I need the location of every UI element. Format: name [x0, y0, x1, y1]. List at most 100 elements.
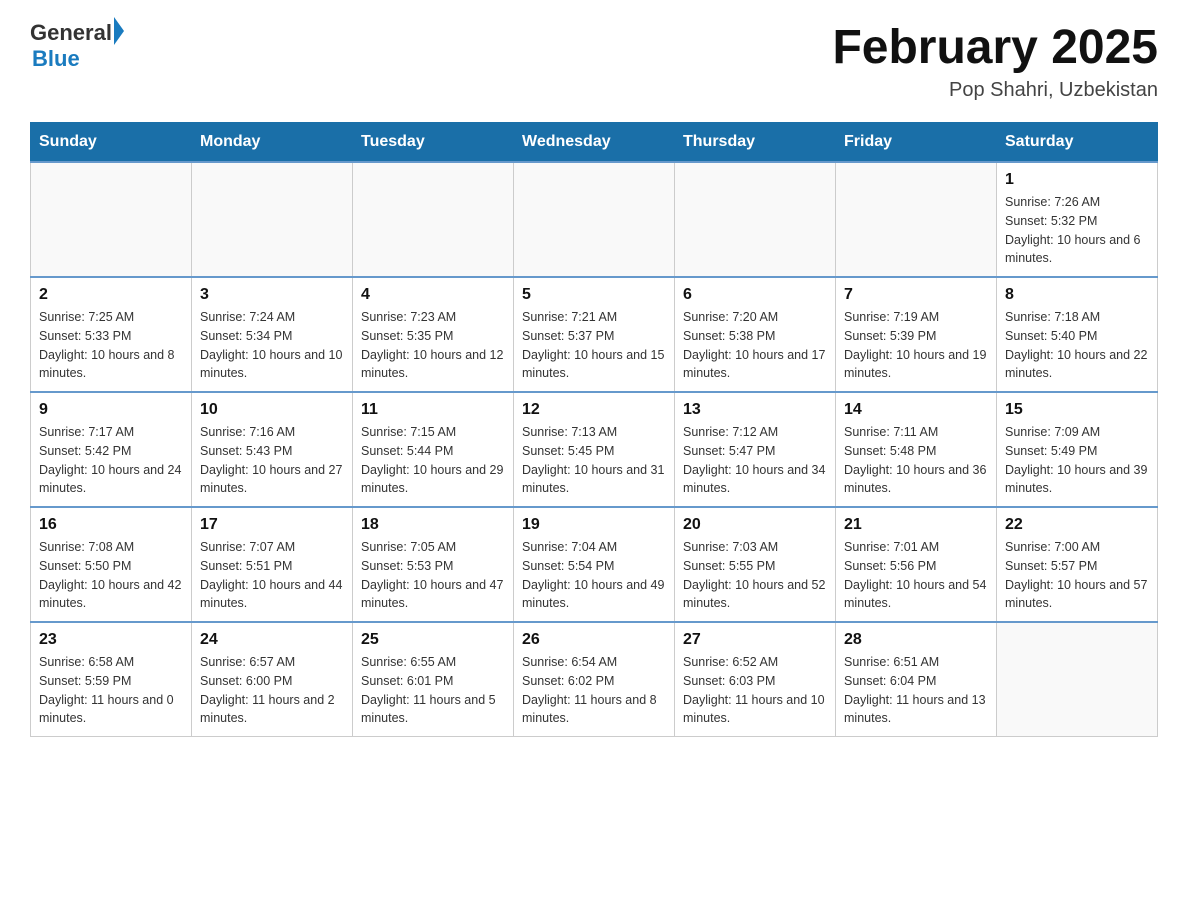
day-number: 23 [39, 631, 183, 649]
day-info: Sunrise: 7:26 AM Sunset: 5:32 PM Dayligh… [1005, 193, 1149, 268]
calendar-cell: 8 Sunrise: 7:18 AM Sunset: 5:40 PM Daylig… [997, 277, 1158, 392]
logo-arrow-icon [114, 17, 124, 45]
day-number: 26 [522, 631, 666, 649]
calendar-cell: 15 Sunrise: 7:09 AM Sunset: 5:49 PM Dayli… [997, 392, 1158, 507]
day-number: 6 [683, 286, 827, 304]
day-number: 24 [200, 631, 344, 649]
day-info: Sunrise: 7:19 AM Sunset: 5:39 PM Dayligh… [844, 308, 988, 383]
day-info: Sunrise: 7:12 AM Sunset: 5:47 PM Dayligh… [683, 423, 827, 498]
day-info: Sunrise: 7:09 AM Sunset: 5:49 PM Dayligh… [1005, 423, 1149, 498]
day-number: 15 [1005, 401, 1149, 419]
calendar-cell [514, 162, 675, 277]
day-number: 27 [683, 631, 827, 649]
calendar-week-row: 1 Sunrise: 7:26 AM Sunset: 5:32 PM Daylig… [31, 162, 1158, 277]
day-info: Sunrise: 7:16 AM Sunset: 5:43 PM Dayligh… [200, 423, 344, 498]
day-info: Sunrise: 7:18 AM Sunset: 5:40 PM Dayligh… [1005, 308, 1149, 383]
day-number: 8 [1005, 286, 1149, 304]
day-number: 22 [1005, 516, 1149, 534]
calendar-cell: 7 Sunrise: 7:19 AM Sunset: 5:39 PM Daylig… [836, 277, 997, 392]
calendar-cell: 24 Sunrise: 6:57 AM Sunset: 6:00 PM Dayli… [192, 622, 353, 737]
calendar-cell: 16 Sunrise: 7:08 AM Sunset: 5:50 PM Dayli… [31, 507, 192, 622]
column-header-sunday: Sunday [31, 123, 192, 163]
logo-general-text: General [30, 20, 112, 46]
calendar-cell: 1 Sunrise: 7:26 AM Sunset: 5:32 PM Daylig… [997, 162, 1158, 277]
calendar-cell [675, 162, 836, 277]
title-section: February 2025 Pop Shahri, Uzbekistan [832, 20, 1158, 102]
location-subtitle: Pop Shahri, Uzbekistan [832, 79, 1158, 102]
calendar-cell [192, 162, 353, 277]
calendar-cell: 12 Sunrise: 7:13 AM Sunset: 5:45 PM Dayli… [514, 392, 675, 507]
day-number: 28 [844, 631, 988, 649]
day-info: Sunrise: 7:13 AM Sunset: 5:45 PM Dayligh… [522, 423, 666, 498]
day-info: Sunrise: 7:11 AM Sunset: 5:48 PM Dayligh… [844, 423, 988, 498]
calendar-cell: 21 Sunrise: 7:01 AM Sunset: 5:56 PM Dayli… [836, 507, 997, 622]
day-number: 10 [200, 401, 344, 419]
calendar-cell: 10 Sunrise: 7:16 AM Sunset: 5:43 PM Dayli… [192, 392, 353, 507]
day-info: Sunrise: 7:15 AM Sunset: 5:44 PM Dayligh… [361, 423, 505, 498]
calendar-cell [836, 162, 997, 277]
day-info: Sunrise: 6:55 AM Sunset: 6:01 PM Dayligh… [361, 653, 505, 728]
day-number: 2 [39, 286, 183, 304]
calendar-cell [31, 162, 192, 277]
calendar-cell: 2Sunrise: 7:25 AM Sunset: 5:33 PM Daylig… [31, 277, 192, 392]
day-number: 11 [361, 401, 505, 419]
column-header-wednesday: Wednesday [514, 123, 675, 163]
calendar-cell: 19 Sunrise: 7:04 AM Sunset: 5:54 PM Dayli… [514, 507, 675, 622]
day-number: 4 [361, 286, 505, 304]
day-info: Sunrise: 7:03 AM Sunset: 5:55 PM Dayligh… [683, 538, 827, 613]
calendar-cell: 28Sunrise: 6:51 AM Sunset: 6:04 PM Dayli… [836, 622, 997, 737]
logo-blue-text: Blue [32, 46, 124, 72]
page-header: General Blue February 2025 Pop Shahri, U… [30, 20, 1158, 102]
calendar-cell: 26 Sunrise: 6:54 AM Sunset: 6:02 PM Dayli… [514, 622, 675, 737]
day-number: 14 [844, 401, 988, 419]
day-number: 5 [522, 286, 666, 304]
calendar-cell: 9 Sunrise: 7:17 AM Sunset: 5:42 PM Daylig… [31, 392, 192, 507]
month-title: February 2025 [832, 20, 1158, 75]
day-info: Sunrise: 7:07 AM Sunset: 5:51 PM Dayligh… [200, 538, 344, 613]
day-number: 25 [361, 631, 505, 649]
column-header-thursday: Thursday [675, 123, 836, 163]
day-number: 7 [844, 286, 988, 304]
calendar-cell [997, 622, 1158, 737]
day-info: Sunrise: 7:21 AM Sunset: 5:37 PM Dayligh… [522, 308, 666, 383]
day-number: 18 [361, 516, 505, 534]
day-info: Sunrise: 7:17 AM Sunset: 5:42 PM Dayligh… [39, 423, 183, 498]
column-header-monday: Monday [192, 123, 353, 163]
day-number: 17 [200, 516, 344, 534]
calendar-cell: 20 Sunrise: 7:03 AM Sunset: 5:55 PM Dayli… [675, 507, 836, 622]
day-info: Sunrise: 7:20 AM Sunset: 5:38 PM Dayligh… [683, 308, 827, 383]
calendar-cell: 27Sunrise: 6:52 AM Sunset: 6:03 PM Dayli… [675, 622, 836, 737]
day-number: 16 [39, 516, 183, 534]
day-number: 19 [522, 516, 666, 534]
day-number: 20 [683, 516, 827, 534]
day-info: Sunrise: 6:58 AM Sunset: 5:59 PM Dayligh… [39, 653, 183, 728]
day-number: 21 [844, 516, 988, 534]
day-info: Sunrise: 6:57 AM Sunset: 6:00 PM Dayligh… [200, 653, 344, 728]
calendar-cell: 4 Sunrise: 7:23 AM Sunset: 5:35 PM Daylig… [353, 277, 514, 392]
calendar-week-row: 9 Sunrise: 7:17 AM Sunset: 5:42 PM Daylig… [31, 392, 1158, 507]
day-number: 12 [522, 401, 666, 419]
day-number: 13 [683, 401, 827, 419]
calendar-cell: 22Sunrise: 7:00 AM Sunset: 5:57 PM Dayli… [997, 507, 1158, 622]
column-header-tuesday: Tuesday [353, 123, 514, 163]
calendar-cell: 14 Sunrise: 7:11 AM Sunset: 5:48 PM Dayli… [836, 392, 997, 507]
calendar-cell: 18Sunrise: 7:05 AM Sunset: 5:53 PM Dayli… [353, 507, 514, 622]
logo: General Blue [30, 20, 124, 72]
day-info: Sunrise: 7:08 AM Sunset: 5:50 PM Dayligh… [39, 538, 183, 613]
day-number: 9 [39, 401, 183, 419]
day-info: Sunrise: 6:54 AM Sunset: 6:02 PM Dayligh… [522, 653, 666, 728]
day-info: Sunrise: 7:24 AM Sunset: 5:34 PM Dayligh… [200, 308, 344, 383]
day-number: 3 [200, 286, 344, 304]
day-number: 1 [1005, 171, 1149, 189]
day-info: Sunrise: 7:01 AM Sunset: 5:56 PM Dayligh… [844, 538, 988, 613]
calendar-week-row: 2Sunrise: 7:25 AM Sunset: 5:33 PM Daylig… [31, 277, 1158, 392]
day-info: Sunrise: 7:04 AM Sunset: 5:54 PM Dayligh… [522, 538, 666, 613]
calendar-week-row: 23 Sunrise: 6:58 AM Sunset: 5:59 PM Dayli… [31, 622, 1158, 737]
column-header-saturday: Saturday [997, 123, 1158, 163]
column-header-friday: Friday [836, 123, 997, 163]
calendar-cell: 3 Sunrise: 7:24 AM Sunset: 5:34 PM Daylig… [192, 277, 353, 392]
calendar-cell: 5 Sunrise: 7:21 AM Sunset: 5:37 PM Daylig… [514, 277, 675, 392]
calendar-cell: 23 Sunrise: 6:58 AM Sunset: 5:59 PM Dayli… [31, 622, 192, 737]
calendar-cell: 11 Sunrise: 7:15 AM Sunset: 5:44 PM Dayli… [353, 392, 514, 507]
day-info: Sunrise: 7:23 AM Sunset: 5:35 PM Dayligh… [361, 308, 505, 383]
